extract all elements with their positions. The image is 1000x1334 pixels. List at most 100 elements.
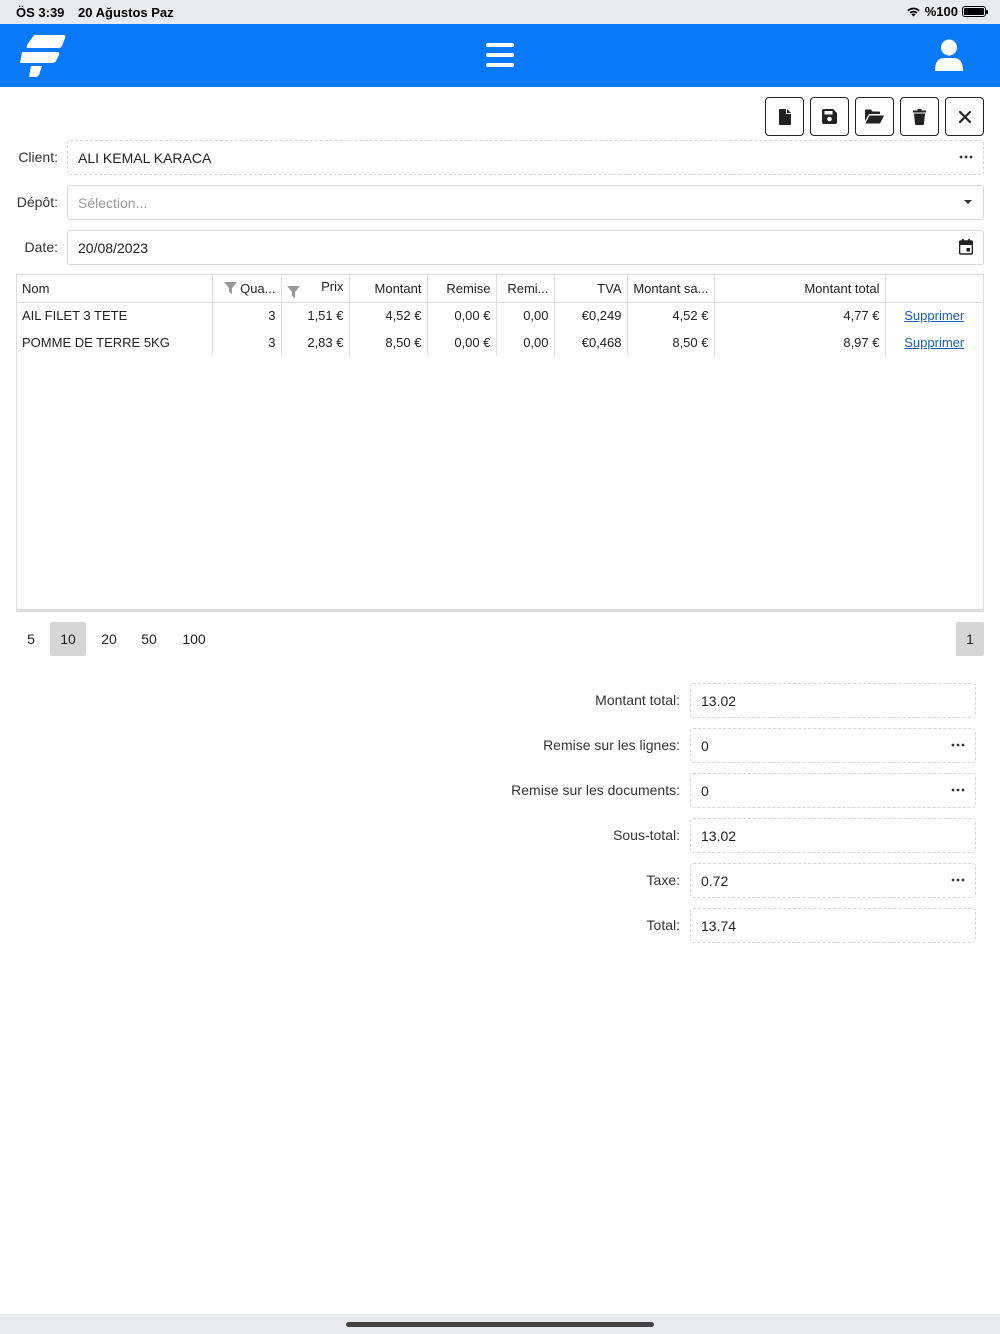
remise-lignes-field[interactable]: 0 [690, 728, 976, 763]
column-header-montant[interactable]: Montant [349, 275, 428, 303]
table-row[interactable]: AIL FILET 3 TETE 3 1,51 € 4,52 € 0,00 € … [17, 302, 983, 329]
column-header-remise-pct[interactable]: Remi... [496, 275, 555, 303]
depot-select[interactable]: Sélection... [67, 185, 984, 220]
status-date: 20 Ağustos Paz [78, 5, 174, 20]
home-bar [0, 1314, 1000, 1334]
save-button[interactable] [810, 97, 849, 136]
depot-placeholder: Sélection... [78, 195, 148, 211]
taxe-field[interactable]: 0.72 [690, 863, 976, 898]
column-header-nom[interactable]: Nom [17, 275, 213, 303]
table-row[interactable]: POMME DE TERRE 5KG 3 2,83 € 8,50 € 0,00 … [17, 329, 983, 356]
date-value: 20/08/2023 [78, 240, 149, 256]
client-label: Client: [18, 149, 58, 165]
remise-documents-label: Remise sur les documents: [511, 782, 680, 798]
hamburger-menu-icon[interactable] [486, 43, 514, 67]
trash-icon [913, 108, 926, 125]
cell-montant-total: 4,77 € [714, 302, 886, 329]
remise-lignes-label: Remise sur les lignes: [543, 737, 680, 753]
more-options-icon[interactable] [951, 872, 965, 888]
column-header-remise[interactable]: Remise [427, 275, 497, 303]
column-header-prix-label: Prix [321, 278, 344, 294]
column-header-quantite[interactable]: Qua... [212, 275, 282, 303]
montant-total-field: 13.02 [690, 683, 976, 718]
total-value: 13.74 [701, 918, 737, 934]
delete-button[interactable] [900, 97, 939, 136]
open-button[interactable] [855, 97, 894, 136]
client-value: ALI KEMAL KARACA [78, 150, 212, 166]
cell-remise: 0,00 € [427, 329, 497, 356]
total-row: Total: 13.74 [0, 908, 1000, 943]
sous-total-field: 13.02 [690, 818, 976, 853]
calendar-icon[interactable] [959, 239, 973, 255]
column-header-montant-total[interactable]: Montant total [714, 275, 886, 303]
taxe-row: Taxe: 0.72 [0, 863, 1000, 898]
more-options-icon[interactable] [951, 737, 965, 753]
cell-remise: 0,00 € [427, 302, 497, 329]
taxe-value: 0.72 [701, 873, 729, 889]
page-size-50[interactable]: 50 [132, 622, 166, 656]
cell-quantite[interactable]: 3 [212, 302, 282, 329]
page-size-20[interactable]: 20 [92, 622, 126, 656]
column-header-prix[interactable]: Prix [281, 275, 350, 303]
delete-row-link[interactable]: Supprimer [904, 308, 964, 323]
delete-row-link[interactable]: Supprimer [904, 335, 964, 350]
battery-level [964, 8, 984, 15]
cell-remise-pct: 0,00 [496, 329, 555, 356]
remise-documents-value: 0 [701, 783, 709, 799]
filter-icon[interactable] [224, 281, 238, 294]
column-header-tva[interactable]: TVA [554, 275, 628, 303]
remise-lignes-row: Remise sur les lignes: 0 [0, 728, 1000, 763]
folder-open-icon [865, 109, 884, 124]
page-size-5[interactable]: 5 [16, 622, 46, 656]
montant-total-label: Montant total: [595, 692, 680, 708]
home-indicator[interactable] [346, 1322, 654, 1327]
cell-prix: 2,83 € [281, 329, 350, 356]
cell-actions: Supprimer [885, 302, 983, 329]
filter-icon[interactable] [286, 285, 300, 298]
save-icon [822, 109, 837, 124]
cell-nom: AIL FILET 3 TETE [17, 302, 213, 329]
new-document-button[interactable] [765, 97, 804, 136]
caret-down-icon[interactable] [963, 194, 973, 210]
cell-nom: POMME DE TERRE 5KG [17, 329, 213, 356]
date-field[interactable]: 20/08/2023 [67, 230, 984, 265]
document-toolbar [765, 97, 984, 136]
brand-logo-icon[interactable] [20, 33, 66, 77]
sous-total-row: Sous-total: 13.02 [0, 818, 1000, 853]
sous-total-label: Sous-total: [613, 827, 680, 843]
battery-percent: %100 [924, 4, 958, 19]
client-field[interactable]: ALI KEMAL KARACA [67, 140, 984, 175]
cell-quantite[interactable]: 3 [212, 329, 282, 356]
cell-tva: €0,468 [554, 329, 628, 356]
cell-montant-sans-taxe: 4,52 € [627, 302, 715, 329]
grid-pager: 5 10 20 50 100 1 [16, 622, 984, 656]
remise-documents-row: Remise sur les documents: 0 [0, 773, 1000, 808]
remise-documents-field[interactable]: 0 [690, 773, 976, 808]
column-header-actions [885, 275, 983, 303]
user-icon[interactable] [934, 39, 964, 71]
grid-header-row: Nom Qua... Prix Montant Remise Remi... T… [17, 275, 983, 303]
cell-montant: 4,52 € [349, 302, 428, 329]
depot-label: Dépôt: [16, 194, 58, 210]
file-icon [778, 108, 791, 125]
close-button[interactable] [945, 97, 984, 136]
montant-total-row: Montant total: 13.02 [0, 683, 1000, 718]
cell-montant: 8,50 € [349, 329, 428, 356]
more-options-icon[interactable] [951, 782, 965, 798]
order-lines-table: Nom Qua... Prix Montant Remise Remi... T… [17, 275, 983, 356]
cell-montant-total: 8,97 € [714, 329, 886, 356]
page-size-100[interactable]: 100 [172, 622, 216, 656]
more-options-icon[interactable] [959, 149, 973, 165]
wifi-icon [907, 7, 920, 17]
cell-montant-sans-taxe: 8,50 € [627, 329, 715, 356]
remise-lignes-value: 0 [701, 738, 709, 754]
battery-icon [962, 6, 988, 17]
status-time: ÖS 3:39 [16, 5, 65, 20]
page-size-10[interactable]: 10 [50, 622, 86, 656]
column-header-montant-sans-taxe[interactable]: Montant sa... [627, 275, 715, 303]
date-row: Date: 20/08/2023 [0, 230, 1000, 265]
page-number-current[interactable]: 1 [956, 622, 984, 656]
client-row: Client: ALI KEMAL KARACA [0, 140, 1000, 175]
taxe-label: Taxe: [646, 872, 680, 888]
montant-total-value: 13.02 [701, 693, 737, 709]
